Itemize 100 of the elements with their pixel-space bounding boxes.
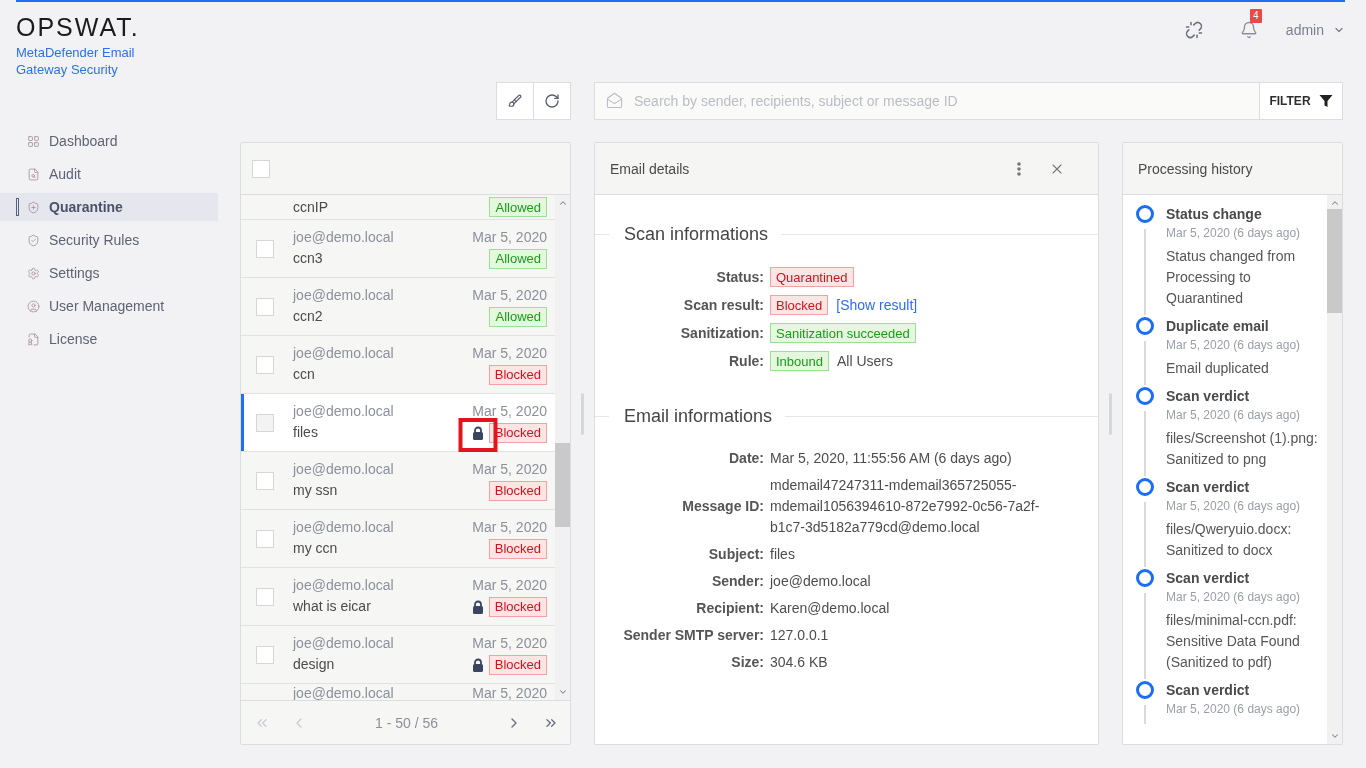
filter-icon bbox=[1318, 94, 1333, 108]
email-date: Mar 5, 2020 bbox=[472, 286, 547, 305]
email-date: Mar 5, 2020 bbox=[472, 685, 547, 700]
field-label: Status: bbox=[715, 268, 764, 287]
field-value: All Users bbox=[837, 352, 893, 371]
notification-badge: 4 bbox=[1249, 9, 1262, 23]
page-range: 1 - 50 / 56 bbox=[373, 714, 439, 731]
row-checkbox[interactable] bbox=[256, 587, 274, 606]
email-sender: joe@demo.local bbox=[293, 685, 394, 700]
timeline-ring-icon bbox=[1136, 569, 1154, 587]
email-date: Mar 5, 2020 bbox=[472, 228, 547, 247]
section-title: Email informations bbox=[624, 405, 773, 428]
field-label: Subject: bbox=[707, 545, 764, 564]
show-result-link[interactable]: [Show result] bbox=[836, 297, 918, 313]
email-row[interactable]: joe@demo.local ccn2 Mar 5, 2020 Allowed bbox=[241, 278, 555, 336]
row-checkbox[interactable] bbox=[256, 355, 274, 374]
timeline-ring-icon bbox=[1136, 387, 1154, 405]
kebab-menu-icon bbox=[1017, 161, 1021, 176]
email-sender: joe@demo.local bbox=[293, 518, 394, 537]
email-subject: ccnIP bbox=[293, 197, 329, 217]
event-date: Mar 5, 2020 (6 days ago) bbox=[1166, 225, 1301, 242]
row-checkbox[interactable] bbox=[256, 645, 274, 664]
email-date: Mar 5, 2020 bbox=[472, 460, 547, 479]
status-badge: Allowed bbox=[489, 197, 547, 217]
email-sender: joe@demo.local bbox=[293, 460, 394, 479]
bell-icon[interactable] bbox=[1239, 21, 1258, 39]
email-subject: my ssn bbox=[293, 481, 338, 500]
select-all-checkbox[interactable] bbox=[252, 159, 270, 178]
settings-icon bbox=[27, 266, 40, 280]
sidebar-item[interactable]: Quarantine bbox=[0, 193, 218, 221]
chevron-up-icon[interactable] bbox=[557, 198, 568, 208]
scrollbar-thumb[interactable] bbox=[555, 443, 570, 527]
email-row[interactable]: ccnIP Allowed bbox=[241, 195, 555, 220]
event-title: Scan verdict bbox=[1166, 478, 1250, 497]
status-badge: Allowed bbox=[489, 306, 547, 327]
row-checkbox[interactable] bbox=[256, 529, 274, 548]
clean-button[interactable] bbox=[496, 82, 534, 120]
field-value: 127.0.0.1 bbox=[770, 626, 829, 645]
status-badge: Allowed bbox=[489, 248, 547, 269]
status-badge: Blocked bbox=[488, 596, 547, 617]
email-row[interactable]: joe@demo.local ccn3 Mar 5, 2020 Allowed bbox=[241, 220, 555, 278]
scrollbar-thumb[interactable] bbox=[1327, 209, 1342, 313]
unlink-icon[interactable] bbox=[1184, 21, 1203, 39]
event-title: Scan verdict bbox=[1166, 681, 1250, 700]
timeline-line bbox=[1144, 411, 1146, 476]
email-date: Mar 5, 2020 bbox=[472, 344, 547, 363]
field-label: Rule: bbox=[728, 352, 764, 371]
status-badge: Blocked bbox=[488, 364, 547, 385]
event-date: Mar 5, 2020 (6 days ago) bbox=[1166, 407, 1301, 424]
chevron-down-icon[interactable] bbox=[557, 687, 568, 697]
section-title: Scan informations bbox=[624, 223, 769, 246]
more-options-button[interactable] bbox=[1017, 161, 1021, 176]
status-badge: Quarantined bbox=[770, 267, 854, 287]
field-label: Recipient: bbox=[695, 599, 764, 618]
field-label: Scan result: bbox=[682, 296, 764, 315]
email-sender: joe@demo.local bbox=[293, 576, 394, 595]
sidebar-item[interactable]: User Management bbox=[0, 292, 218, 320]
field-value: files bbox=[770, 545, 795, 564]
row-checkbox[interactable] bbox=[256, 471, 274, 490]
field-value: joe@demo.local bbox=[770, 572, 871, 591]
chevron-up-icon[interactable] bbox=[1329, 198, 1340, 208]
sidebar-item[interactable]: License bbox=[0, 325, 218, 353]
row-checkbox[interactable] bbox=[256, 297, 274, 316]
email-row[interactable]: joe@demo.local my ssn Mar 5, 2020 Blocked bbox=[241, 452, 555, 510]
document-search-icon bbox=[27, 167, 40, 181]
event-title: Scan verdict bbox=[1166, 569, 1250, 588]
shield-plus-icon bbox=[27, 200, 40, 214]
sidebar-item[interactable]: Settings bbox=[0, 259, 218, 287]
row-checkbox[interactable] bbox=[256, 239, 274, 258]
status-badge: Inbound bbox=[770, 351, 829, 371]
event-title: Duplicate email bbox=[1166, 317, 1269, 336]
email-row[interactable]: joe@demo.local design Mar 5, 2020 Blocked bbox=[241, 626, 555, 684]
grid-icon bbox=[27, 134, 40, 148]
event-description: files/Qweryuio.docx: Sanitized to docx bbox=[1166, 520, 1293, 560]
sidebar-item[interactable]: Security Rules bbox=[0, 226, 218, 254]
filter-button[interactable]: FILTER bbox=[1259, 82, 1343, 120]
email-date: Mar 5, 2020 bbox=[472, 634, 547, 653]
search-field[interactable]: Search by sender, recipients, subject or message ID bbox=[594, 82, 1259, 120]
event-date: Mar 5, 2020 (6 days ago) bbox=[1166, 589, 1301, 606]
sidebar-item[interactable]: Audit bbox=[0, 160, 218, 188]
timeline-ring-icon bbox=[1136, 317, 1154, 335]
field-label: Sanitization: bbox=[679, 324, 764, 343]
email-sender: joe@demo.local bbox=[293, 402, 394, 421]
event-description: files/minimal-ccn.pdf: Sensitive Data Found (Sanitized to pdf) bbox=[1166, 611, 1301, 672]
scrollbar-track[interactable] bbox=[555, 195, 570, 700]
chevron-down-icon[interactable] bbox=[1329, 731, 1340, 741]
event-description: files/Screenshot (1).png: Sanitized to png bbox=[1166, 429, 1318, 469]
email-date: Mar 5, 2020 bbox=[472, 576, 547, 595]
refresh-button[interactable] bbox=[533, 82, 571, 120]
sidebar-item[interactable]: Dashboard bbox=[0, 127, 218, 155]
row-checkbox[interactable] bbox=[256, 413, 274, 432]
email-row[interactable]: joe@demo.local my ccn Mar 5, 2020 Blocked bbox=[241, 510, 555, 568]
email-row[interactable]: joe@demo.local what is eicar Mar 5, 2020 Blocked bbox=[241, 568, 555, 626]
scrollbar-track[interactable] bbox=[1327, 195, 1342, 744]
field-label: Size: bbox=[730, 653, 764, 672]
field-value: 304.6 KB bbox=[770, 653, 828, 672]
status-badge: Blocked bbox=[488, 538, 547, 559]
email-date: Mar 5, 2020 bbox=[472, 518, 547, 537]
email-sender: joe@demo.local bbox=[293, 344, 394, 363]
user-menu-button[interactable]: admin bbox=[1285, 22, 1345, 38]
